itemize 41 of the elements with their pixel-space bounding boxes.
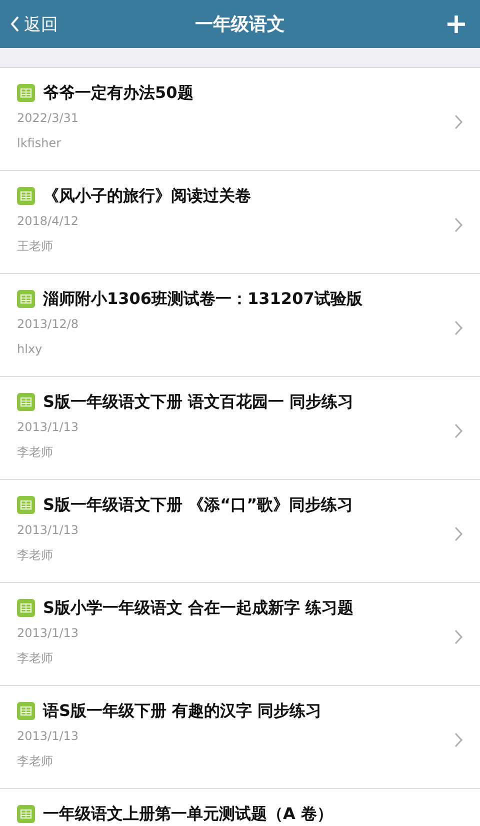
document-icon [17, 393, 35, 411]
item-title: 淄师附小1306班测试卷一：131207试验版 [43, 288, 362, 310]
document-icon [17, 599, 35, 617]
add-button[interactable]: + [444, 10, 468, 38]
chevron-right-icon [454, 320, 463, 336]
item-date: 2013/1/13 [17, 625, 79, 642]
document-icon [17, 496, 35, 514]
item-date: 2013/1/13 [17, 419, 79, 436]
document-icon [17, 805, 35, 823]
page-title: 一年级语文 [195, 13, 285, 36]
item-title: S版一年级语文下册 语文百花园一 同步练习 [43, 392, 354, 412]
item-title: 《风小子的旅行》阅读过关卷 [43, 186, 251, 206]
item-title: 爷爷一定有办法50题 [43, 82, 194, 104]
item-date: 2013/1/13 [17, 728, 79, 745]
document-icon [17, 290, 35, 308]
document-icon [17, 702, 35, 720]
document-icon [17, 187, 35, 205]
item-author: 李老师 [17, 650, 53, 667]
document-icon [17, 84, 35, 102]
chevron-right-icon [454, 732, 463, 748]
item-title: S版小学一年级语文 合在一起成新字 练习题 [43, 598, 354, 618]
item-author: hlxy [17, 341, 42, 358]
chevron-right-icon [454, 114, 463, 130]
back-icon [10, 15, 20, 33]
item-date: 2013/12/8 [17, 316, 79, 333]
item-author: 李老师 [17, 753, 53, 770]
item-author: 李老师 [17, 444, 53, 461]
item-date: 2013/1/13 [17, 522, 79, 539]
chevron-right-icon [454, 526, 463, 542]
chevron-right-icon [454, 217, 463, 233]
item-title: 语S版一年级下册 有趣的汉字 同步练习 [43, 700, 322, 722]
chevron-right-icon [454, 423, 463, 439]
item-author: lkfisher [17, 135, 62, 152]
item-title: S版一年级语文下册 《添“口”歌》同步练习 [43, 494, 354, 516]
item-author: 王老师 [17, 238, 53, 255]
item-date: 2022/3/31 [17, 110, 79, 127]
item-author: 李老师 [17, 547, 53, 564]
chevron-right-icon [454, 629, 463, 645]
back-button[interactable]: 返回 [10, 12, 58, 36]
item-date: 2018/4/12 [17, 213, 79, 230]
item-title: 一年级语文上册第一单元测试题（A 卷） [43, 804, 333, 824]
